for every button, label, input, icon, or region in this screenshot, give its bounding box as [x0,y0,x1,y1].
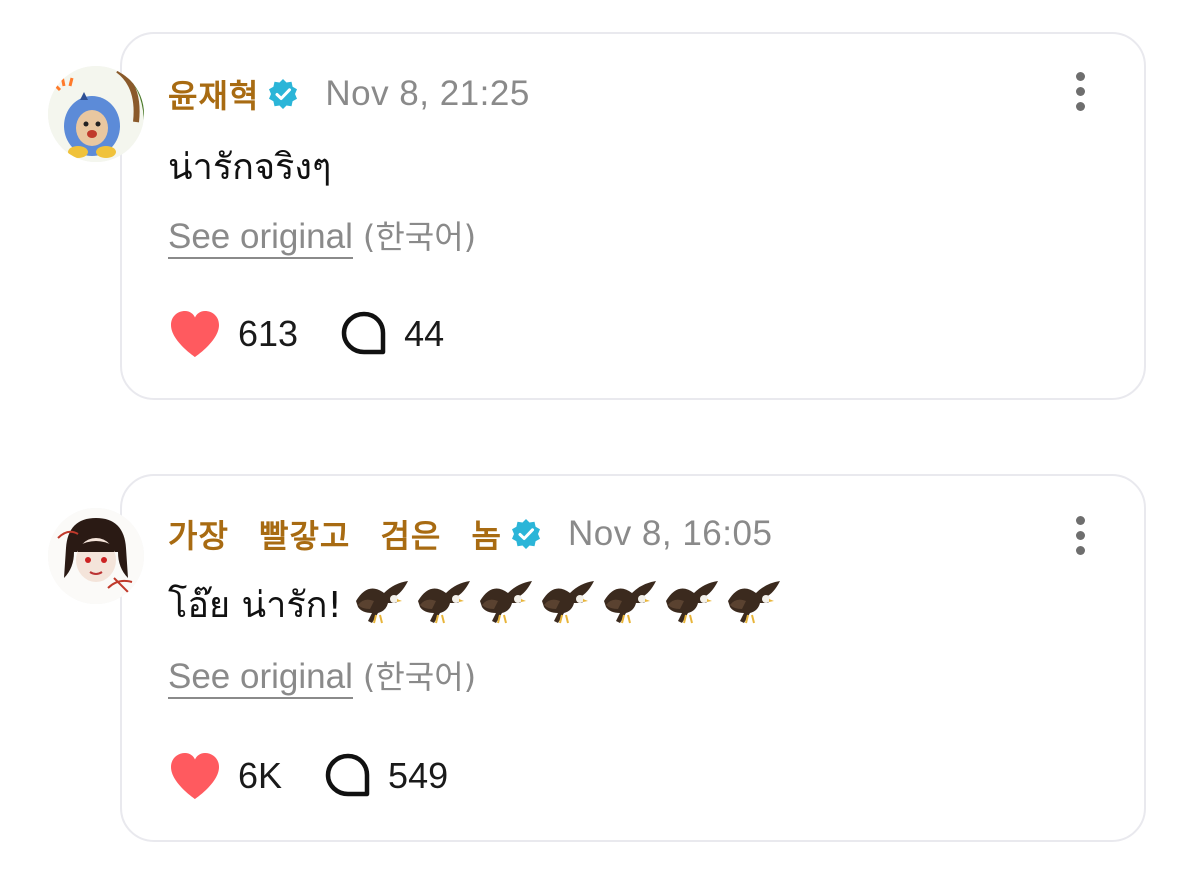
original-language: (한국어) [362,658,477,696]
comment-actions: 6K 549 [168,748,490,804]
comment-bubble-icon [325,753,370,797]
translation-row: See original (한국어) [168,652,477,699]
comment-bubble-icon [341,311,386,355]
comment-header: 윤재혁 Nov 8, 21:25 [168,70,530,118]
comment-text-content: น่ารักจริงๆ [168,146,332,188]
emoji-row [354,579,788,629]
reply-count: 549 [388,755,449,796]
comment-item: 윤재혁 Nov 8, 21:25 น่ารักจริงๆ See origina… [0,0,1200,420]
cartoon-bird-costume-avatar-icon [48,66,144,162]
more-options-icon[interactable] [1068,72,1092,116]
comment-text-content: โอ๊ย น่ารัก! [168,584,342,626]
eagle-emoji-icon [602,579,658,629]
comment-actions: 613 44 [168,306,486,362]
verified-badge-icon [269,79,298,109]
reply-count: 44 [404,313,445,354]
reply-button[interactable]: 44 [340,310,444,358]
timestamp: Nov 8, 21:25 [325,74,530,113]
see-original-link[interactable]: See original [168,657,353,699]
timestamp: Nov 8, 16:05 [567,514,773,553]
see-original-link[interactable]: See original [168,217,353,259]
eagle-emoji-icon [416,579,472,629]
sketch-portrait-avatar-icon [48,508,144,604]
eagle-emoji-icon [354,579,410,629]
eagle-emoji-icon [664,579,720,629]
comment-text: โอ๊ย น่ารัก! [168,574,788,634]
username[interactable]: 가장 빨갛고 검은 놈 [168,511,502,557]
comment-item: 가장 빨갛고 검은 놈 Nov 8, 16:05 โอ๊ย น่ารัก! Se… [0,440,1200,878]
eagle-emoji-icon [726,579,782,629]
translation-row: See original (한국어) [168,212,477,259]
username[interactable]: 윤재혁 [168,71,259,117]
verified-badge-icon [511,519,540,549]
more-options-icon[interactable] [1068,516,1092,560]
original-language: (한국어) [362,218,477,256]
heart-icon [171,753,219,799]
like-count: 6K [238,755,283,796]
like-button[interactable]: 6K [168,751,282,801]
heart-icon [171,311,219,357]
like-count: 613 [238,313,299,354]
avatar[interactable] [48,508,144,604]
reply-button[interactable]: 549 [324,752,448,800]
eagle-emoji-icon [540,579,596,629]
like-button[interactable]: 613 [168,309,298,359]
comment-header: 가장 빨갛고 검은 놈 Nov 8, 16:05 [168,510,772,558]
comment-text: น่ารักจริงๆ [168,138,331,194]
avatar[interactable] [48,66,144,162]
eagle-emoji-icon [478,579,534,629]
